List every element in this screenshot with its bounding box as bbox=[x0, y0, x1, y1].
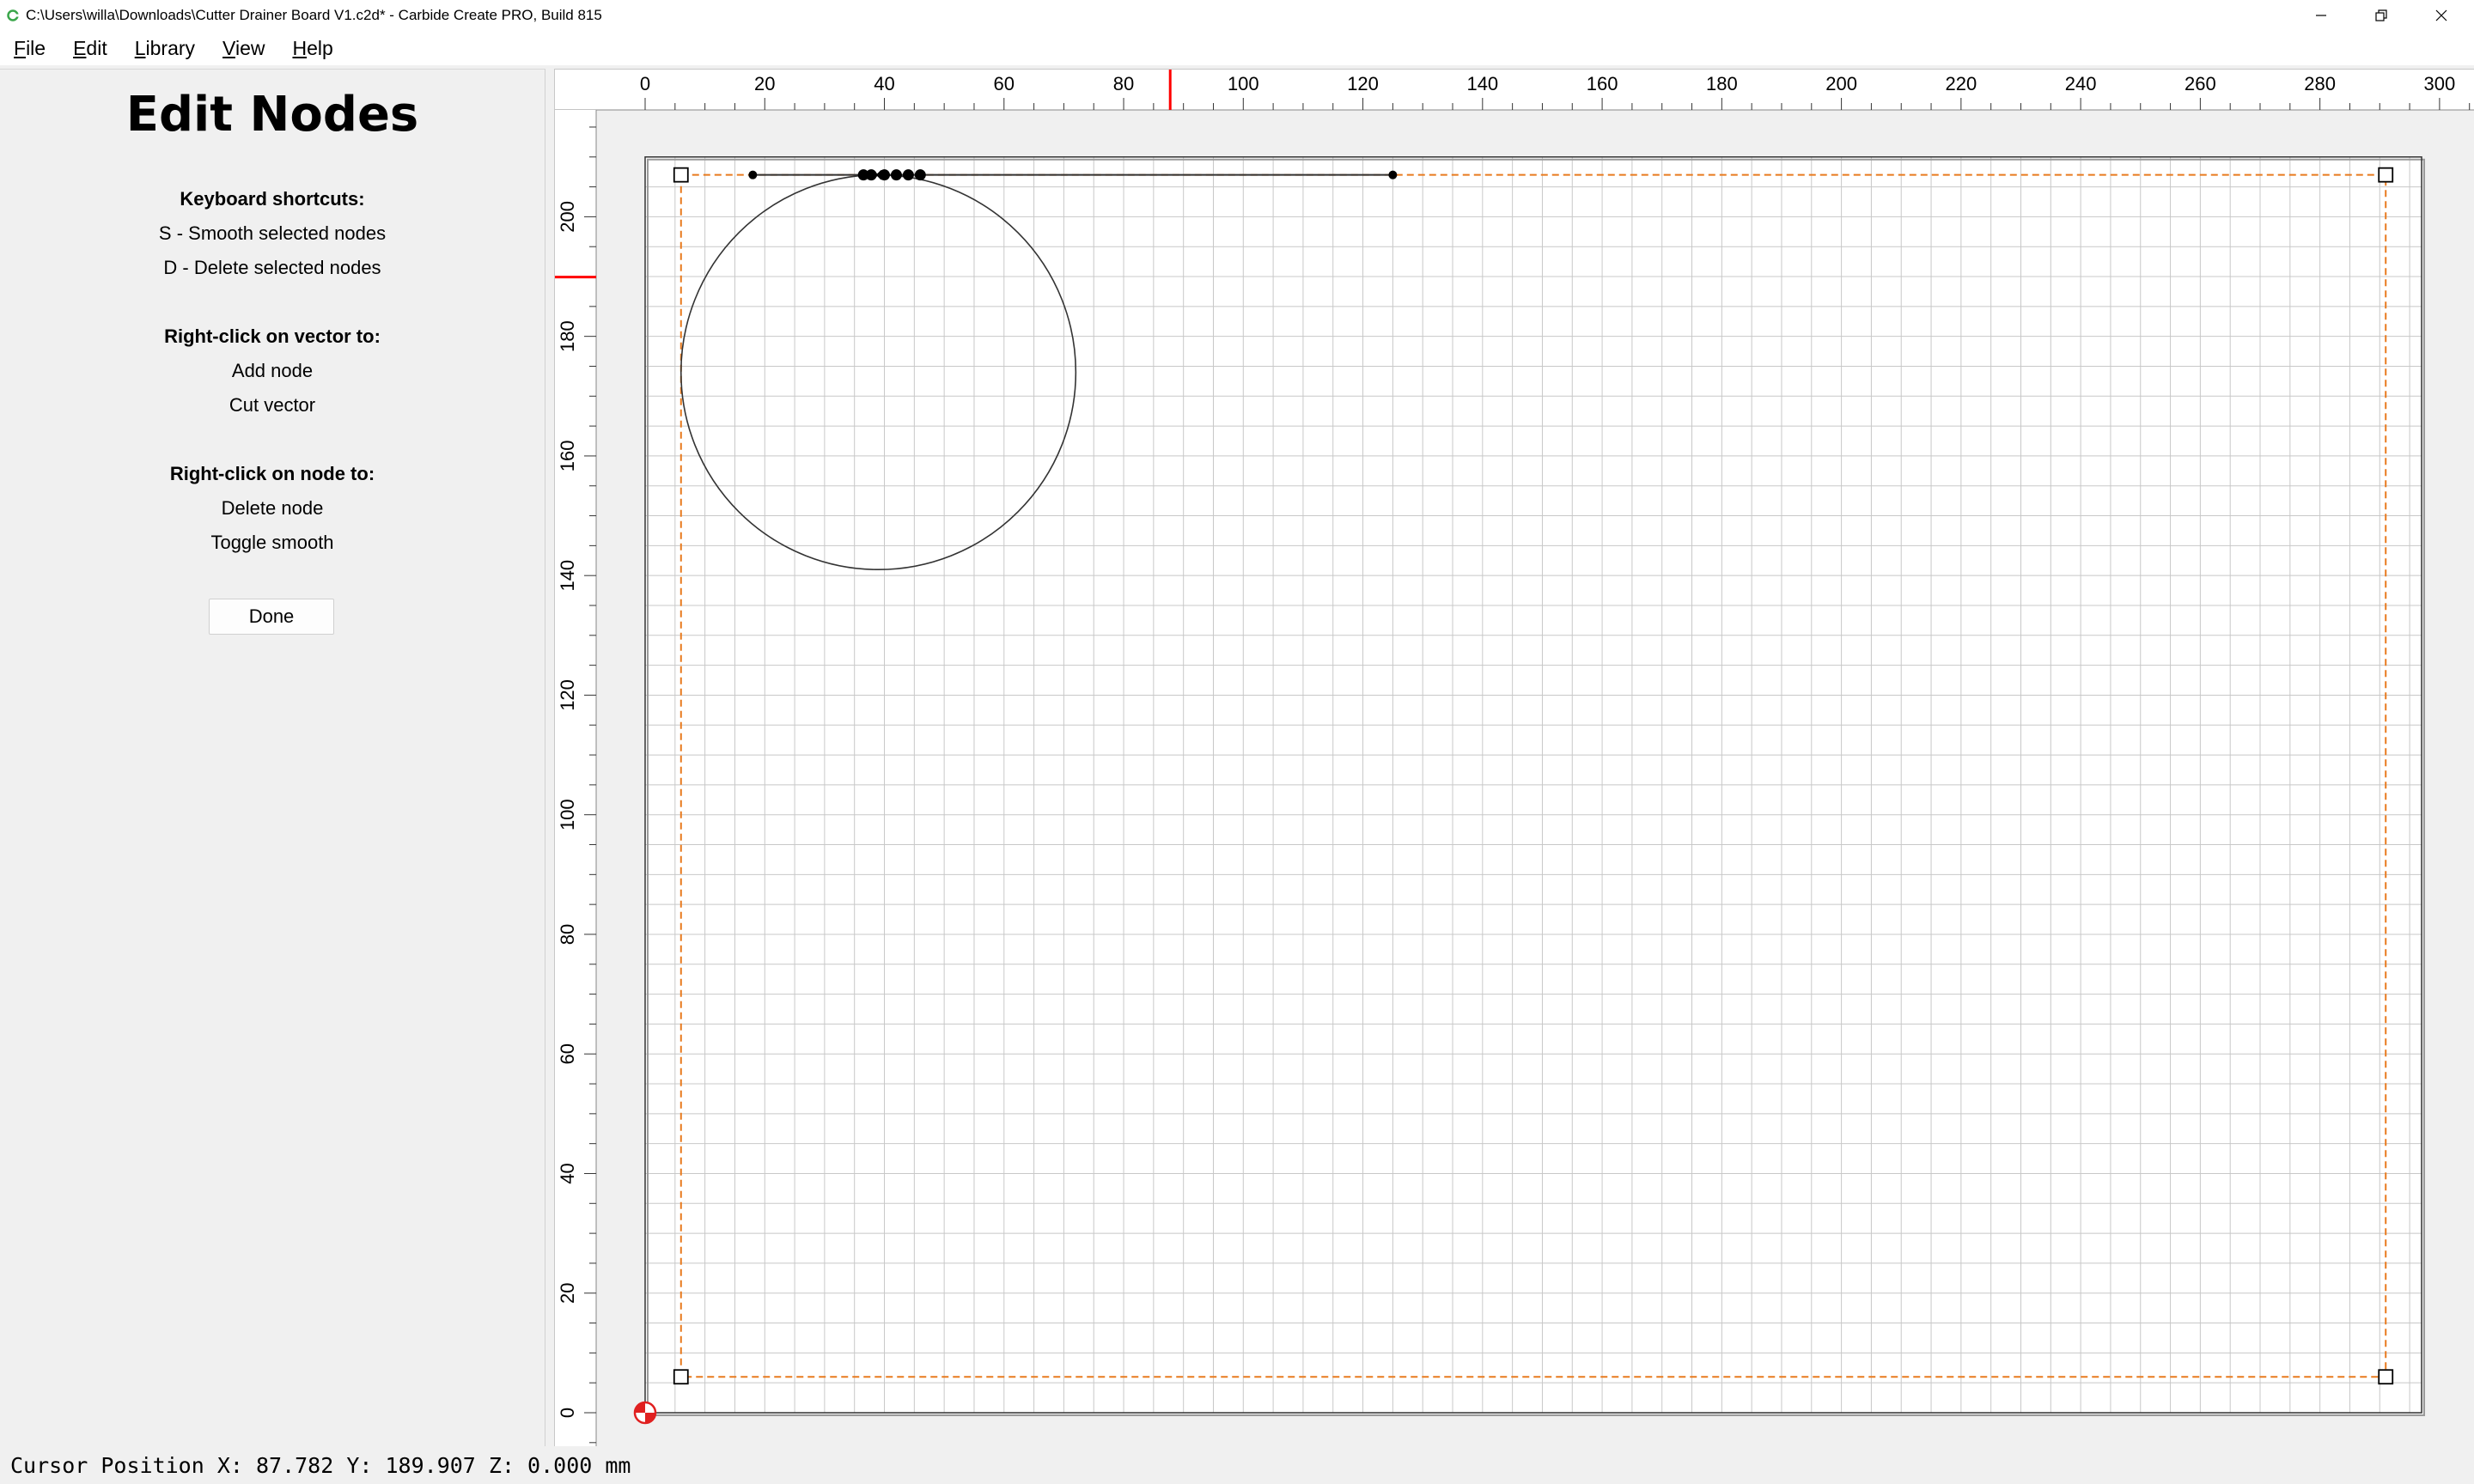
node-toggle-smooth-text: Toggle smooth bbox=[210, 532, 334, 553]
y-ruler-label: 200 bbox=[557, 201, 578, 233]
origin-icon bbox=[633, 1401, 657, 1425]
resize-handle[interactable] bbox=[673, 167, 689, 183]
node-delete-text: Delete node bbox=[221, 497, 324, 519]
vector-actions-heading: Right-click on vector to: bbox=[164, 325, 381, 347]
x-ruler-label: 0 bbox=[640, 73, 650, 94]
vertical-ruler: 0 20 40 60 80 100 120 140 160 180 200 bbox=[555, 110, 597, 1447]
minimize-icon bbox=[2316, 15, 2326, 16]
canvas-drawing[interactable]: 0 20 40 60 80 100 120 140 160 180 200 220 240 260 280 3… bbox=[555, 70, 2474, 1447]
resize-handle[interactable] bbox=[2378, 1369, 2394, 1385]
node-handle[interactable] bbox=[1388, 170, 1398, 179]
title-bar: C:\Users\willa\Downloads\Cutter Drainer … bbox=[0, 0, 2474, 31]
menu-library[interactable]: Library bbox=[121, 37, 209, 60]
y-ruler-label: 0 bbox=[557, 1408, 578, 1418]
x-ruler-label: 300 bbox=[2424, 73, 2456, 94]
node-actions-heading: Right-click on node to: bbox=[169, 463, 375, 484]
status-bar: Cursor Position X: 87.782 Y: 189.907 Z: … bbox=[0, 1446, 2474, 1484]
x-ruler-label: 200 bbox=[1825, 73, 1857, 94]
x-ruler-label: 20 bbox=[754, 73, 775, 94]
node-handle[interactable] bbox=[865, 169, 877, 181]
app-icon bbox=[7, 9, 19, 21]
x-ruler-label: 180 bbox=[1706, 73, 1738, 94]
window-title: C:\Users\willa\Downloads\Cutter Drainer … bbox=[26, 7, 602, 23]
panel-title: Edit Nodes bbox=[125, 87, 419, 143]
x-ruler-label: 120 bbox=[1347, 73, 1379, 94]
y-ruler-label: 140 bbox=[557, 560, 578, 592]
origin-quadrant bbox=[645, 1413, 655, 1423]
resize-handle[interactable] bbox=[2378, 167, 2394, 183]
edit-nodes-panel: Edit Nodes Keyboard shortcuts: S - Smoot… bbox=[0, 69, 545, 1447]
x-ruler-label: 260 bbox=[2185, 73, 2216, 94]
x-ruler-label: 140 bbox=[1466, 73, 1498, 94]
panel-splitter[interactable] bbox=[546, 69, 554, 1446]
x-ruler-label: 220 bbox=[1946, 73, 1977, 94]
vertical-ruler-bg bbox=[555, 110, 596, 1447]
restore-button[interactable] bbox=[2355, 0, 2407, 31]
node-handle[interactable] bbox=[748, 170, 758, 179]
y-ruler-label: 120 bbox=[557, 679, 578, 711]
node-handle[interactable] bbox=[902, 169, 914, 181]
menu-file[interactable]: File bbox=[0, 37, 59, 60]
resize-handle[interactable] bbox=[673, 1369, 689, 1385]
vector-cut-text: Cut vector bbox=[229, 394, 316, 416]
keyboard-shortcuts-heading: Keyboard shortcuts: bbox=[180, 188, 365, 210]
design-canvas[interactable]: 0 20 40 60 80 100 120 140 160 180 200 220 240 260 280 3… bbox=[554, 69, 2474, 1447]
x-ruler-label: 80 bbox=[1113, 73, 1134, 94]
origin-quadrant bbox=[635, 1402, 645, 1413]
node-handle[interactable] bbox=[914, 169, 926, 181]
done-button[interactable]: Done bbox=[209, 599, 334, 635]
x-ruler-label: 40 bbox=[874, 73, 894, 94]
cursor-position-readout: Cursor Position X: 87.782 Y: 189.907 Z: … bbox=[10, 1452, 631, 1478]
shortcut-delete-text: D - Delete selected nodes bbox=[163, 257, 381, 278]
menu-help[interactable]: Help bbox=[278, 37, 346, 60]
menu-view[interactable]: View bbox=[209, 37, 278, 60]
horizontal-ruler: 0 20 40 60 80 100 120 140 160 180 200 220 240 260 280 3… bbox=[555, 70, 2474, 111]
close-icon bbox=[2435, 9, 2447, 21]
menu-edit[interactable]: Edit bbox=[59, 37, 121, 60]
minimize-button[interactable] bbox=[2295, 0, 2347, 31]
stock-area bbox=[633, 156, 2426, 1425]
shortcut-smooth-text: S - Smooth selected nodes bbox=[158, 222, 387, 244]
menu-bar: File Edit Library View Help bbox=[0, 31, 2474, 65]
y-ruler-label: 40 bbox=[557, 1163, 578, 1183]
y-ruler-label: 160 bbox=[557, 441, 578, 472]
x-ruler-label: 280 bbox=[2304, 73, 2336, 94]
x-ruler-label: 60 bbox=[994, 73, 1015, 94]
x-ruler-label: 160 bbox=[1587, 73, 1618, 94]
y-ruler-label: 60 bbox=[557, 1043, 578, 1064]
x-ruler-label: 100 bbox=[1228, 73, 1259, 94]
close-button[interactable] bbox=[2416, 0, 2467, 31]
y-ruler-label: 100 bbox=[557, 799, 578, 830]
y-ruler-label: 20 bbox=[557, 1282, 578, 1303]
node-handle[interactable] bbox=[890, 169, 902, 181]
vector-add-node-text: Add node bbox=[231, 360, 314, 381]
y-ruler-label: 80 bbox=[557, 924, 578, 945]
x-ruler-label: 240 bbox=[2065, 73, 2097, 94]
y-ruler-label: 180 bbox=[557, 320, 578, 352]
restore-icon bbox=[2375, 9, 2387, 21]
